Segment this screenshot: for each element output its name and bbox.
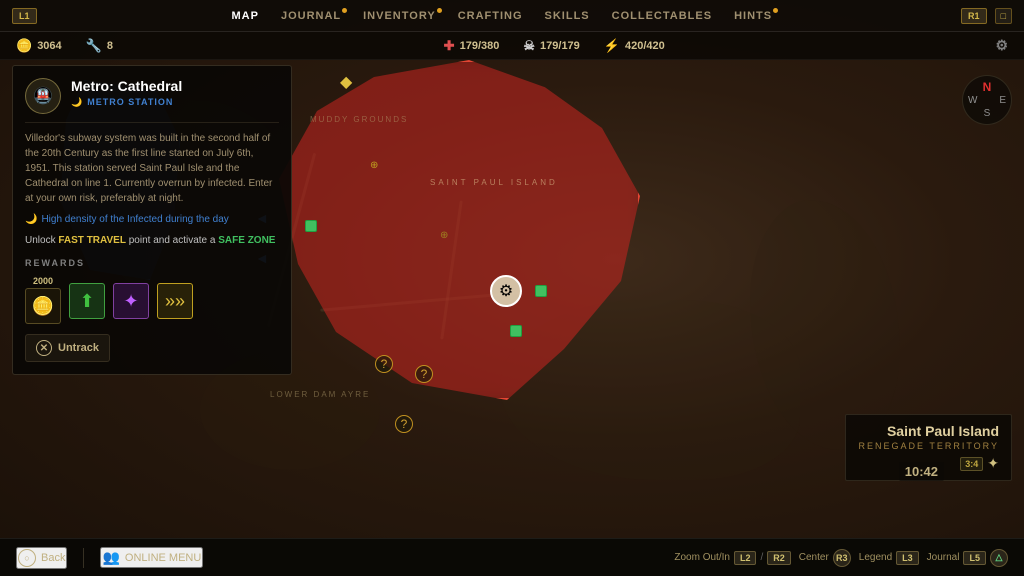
compass-e: E <box>999 95 1006 106</box>
green-marker-3[interactable] <box>510 325 522 337</box>
compass-rose-icon: ✦ <box>987 455 999 472</box>
nav-tabs: MAP JOURNAL INVENTORY CRAFTING SKILLS CO… <box>43 6 962 26</box>
rewards-title: REWARDS <box>25 258 279 268</box>
station-icon: 🚇 <box>25 78 61 114</box>
l1-button[interactable]: L1 <box>12 8 37 24</box>
panel-title: Metro: Cathedral <box>71 78 182 95</box>
time-display: 10:42 <box>899 462 944 481</box>
badge-value: 3:4 <box>960 457 983 471</box>
skull-icon: ☠ <box>523 38 535 54</box>
bottom-bar: ○ Back 👥 ONLINE MENU Zoom Out/In L2 / R2… <box>0 538 1024 576</box>
l2-button[interactable]: L2 <box>734 551 757 565</box>
untrack-x-icon: ✕ <box>36 340 52 356</box>
center-hint: Center R3 <box>799 549 851 567</box>
panel-description: Villedor's subway system was built in th… <box>25 131 279 206</box>
untrack-label: Untrack <box>58 342 99 354</box>
kills-stat: ☠ 179/179 <box>523 38 579 54</box>
health-stat: ✚ 179/380 <box>444 38 500 54</box>
location-badge: 3:4 ✦ <box>960 455 999 472</box>
green-marker-1[interactable] <box>305 220 317 232</box>
stats-bar: 🪙 3064 🔧 8 ✚ 179/380 ☠ 179/179 ⚡ 420/420… <box>0 32 1024 60</box>
tab-journal[interactable]: JOURNAL <box>271 6 351 26</box>
upgrade-reward-icon: ⬆ <box>69 283 105 319</box>
journal-hint: Journal L5 △ <box>927 549 1008 567</box>
compass-w: W <box>968 95 977 106</box>
question-marker-3[interactable]: ? <box>395 415 413 433</box>
compass-n: N <box>983 80 992 94</box>
wrench-icon: 🔧 <box>86 38 102 54</box>
stamina-stat: ⚡ 420/420 <box>604 38 665 54</box>
bottom-hints: Zoom Out/In L2 / R2 Center R3 Legend L3 … <box>674 549 1008 567</box>
diamond-marker[interactable]: ◆ <box>340 72 352 92</box>
tab-hints[interactable]: HINTS <box>724 6 782 26</box>
r1-button[interactable]: R1 <box>961 8 987 24</box>
green-marker-2[interactable] <box>535 285 547 297</box>
small-marker-1[interactable]: ⊕ <box>370 160 378 171</box>
warning-moon-icon: 🌙 <box>25 214 37 225</box>
compass-s: S <box>984 108 991 119</box>
tab-map[interactable]: MAP <box>222 6 269 26</box>
panel-unlock: Unlock FAST TRAVEL point and activate a … <box>25 233 279 248</box>
stamina-value: 420/420 <box>625 40 665 52</box>
tab-collectables[interactable]: COLLECTABLES <box>602 6 722 26</box>
r2-button[interactable]: R2 <box>767 551 791 565</box>
bolt-icon: ⚡ <box>604 38 620 54</box>
player-marker: ⚙ <box>490 275 522 307</box>
l3-button[interactable]: L3 <box>896 551 919 565</box>
triangle-button[interactable]: △ <box>990 549 1008 567</box>
online-label: ONLINE MENU <box>125 552 201 564</box>
journal-label: Journal <box>927 552 960 563</box>
special-reward-icon: ✦ <box>113 283 149 319</box>
panel-warning: 🌙 High density of the Infected during th… <box>25 214 279 225</box>
small-marker-2[interactable]: ⊕ <box>440 230 448 241</box>
question-marker-2[interactable]: ? <box>415 365 433 383</box>
moon-icon: 🌙 <box>71 97 83 108</box>
coins-stat: 🪙 3064 <box>16 38 62 54</box>
health-value: 179/380 <box>460 40 500 52</box>
tab-inventory[interactable]: INVENTORY <box>353 6 446 26</box>
square-button[interactable]: □ <box>995 8 1012 24</box>
arrows-reward-icon: »» <box>157 283 193 319</box>
zoom-label: Zoom Out/In <box>674 552 730 563</box>
rewards-row: 2000 🪙 ⬆ ✦ »» <box>25 276 279 324</box>
back-label: Back <box>41 552 65 564</box>
reward-arrows: »» <box>157 281 193 319</box>
l5-button[interactable]: L5 <box>963 551 986 565</box>
tab-crafting[interactable]: CRAFTING <box>448 6 533 26</box>
legend-hint: Legend L3 <box>859 551 919 565</box>
online-menu-button[interactable]: 👥 ONLINE MENU <box>100 547 203 568</box>
reward-upgrade: ⬆ <box>69 281 105 319</box>
settings-icon-area: ⚙ <box>995 37 1008 54</box>
top-navigation: L1 MAP JOURNAL INVENTORY CRAFTING SKILLS… <box>0 0 1024 32</box>
wrench-stat: 🔧 8 <box>86 38 113 54</box>
location-subtitle: RENEGADE TERRITORY <box>858 441 999 451</box>
back-button[interactable]: ○ Back <box>16 547 67 569</box>
location-name: Saint Paul Island <box>858 423 999 439</box>
reward-special: ✦ <box>113 281 149 319</box>
info-panel: 🚇 Metro: Cathedral 🌙 METRO STATION Ville… <box>12 65 292 375</box>
untrack-button[interactable]: ✕ Untrack <box>25 334 110 362</box>
zoom-hint: Zoom Out/In L2 / R2 <box>674 551 790 565</box>
panel-header: 🚇 Metro: Cathedral 🌙 METRO STATION <box>25 78 279 123</box>
coin-reward-icon: 🪙 <box>25 288 61 324</box>
reward-coins: 2000 🪙 <box>25 276 61 324</box>
online-icon: 👥 <box>102 549 119 566</box>
wrench-value: 8 <box>107 40 113 52</box>
coins-value: 3064 <box>37 40 61 52</box>
compass: N S E W <box>962 75 1012 125</box>
divider-1 <box>83 548 84 568</box>
kills-value: 179/179 <box>540 40 580 52</box>
center-label: Center <box>799 552 829 563</box>
legend-label: Legend <box>859 552 892 563</box>
health-icon: ✚ <box>444 38 455 54</box>
question-marker-1[interactable]: ? <box>375 355 393 373</box>
tab-skills[interactable]: SKILLS <box>535 6 600 26</box>
coin-icon: 🪙 <box>16 38 32 54</box>
r3-button[interactable]: R3 <box>833 549 851 567</box>
back-icon: ○ <box>18 549 36 567</box>
panel-subtitle: 🌙 METRO STATION <box>71 97 182 108</box>
